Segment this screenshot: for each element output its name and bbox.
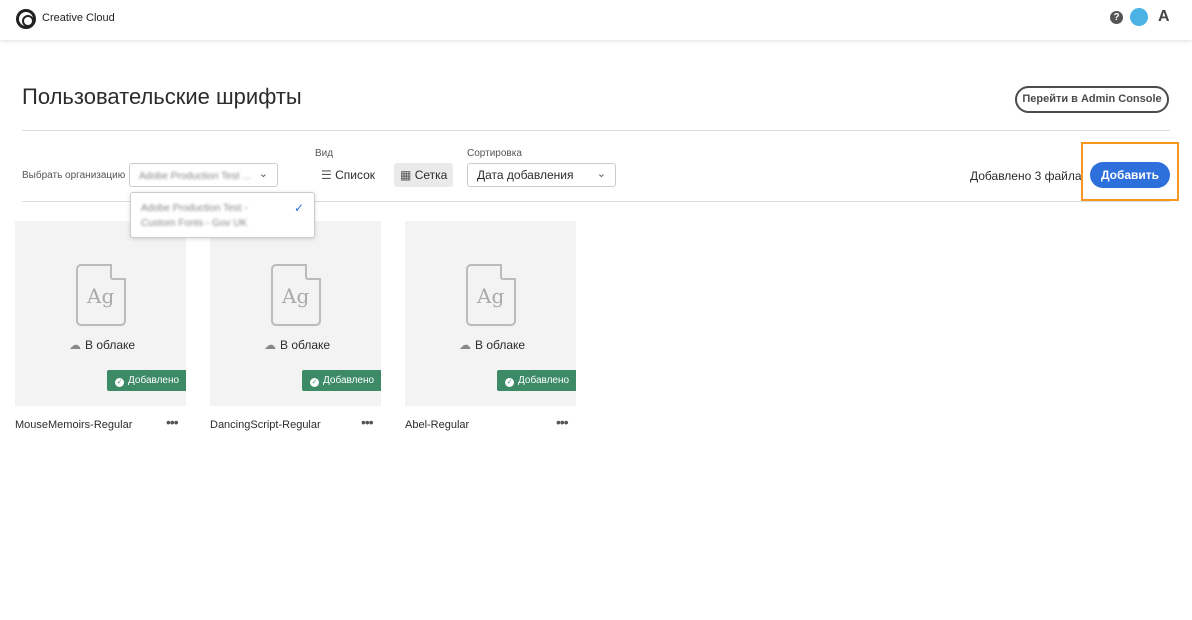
view-grid-label: Сетка [414,168,448,182]
badge-label: Добавлено [323,375,375,386]
cloud-status: ☁ В облаке [459,338,525,352]
list-icon: ☰ [321,168,332,182]
cloud-status-label: В облаке [475,338,526,352]
cloud-icon: ☁ [69,338,81,352]
font-name: MouseMemoirs-Regular [15,419,133,431]
view-list-label: Список [335,168,376,182]
add-button[interactable]: Добавить [1090,162,1170,188]
font-card[interactable]: Ag ☁ В облаке ✓ Добавлено [210,221,381,406]
font-card[interactable]: Ag ☁ В облаке ✓ Добавлено [15,221,186,406]
badge-label: Добавлено [518,375,570,386]
font-file-icon: Ag [76,264,126,326]
check-circle-icon: ✓ [310,378,319,387]
adobe-logo-icon[interactable]: A [1158,8,1170,26]
brand-name: Creative Cloud [42,12,115,24]
font-preview: Ag [477,284,505,308]
creative-cloud-logo-icon [16,9,36,29]
more-options-icon[interactable]: ••• [361,414,374,430]
badge-label: Добавлено [128,375,180,386]
check-circle-icon: ✓ [505,378,514,387]
view-grid-button[interactable]: ▦ Сетка [394,163,454,187]
cloud-icon: ☁ [459,338,471,352]
added-badge: ✓ Добавлено [107,370,186,391]
cloud-status-label: В облаке [85,338,136,352]
font-preview: Ag [87,284,115,308]
added-count: Добавлено 3 файла [970,169,1082,183]
check-circle-icon: ✓ [115,378,124,387]
added-badge: ✓ Добавлено [497,370,576,391]
font-name: Abel-Regular [405,419,470,431]
view-label: Вид [315,148,334,159]
added-badge: ✓ Добавлено [302,370,381,391]
org-value: Adobe Production Test ... [139,171,251,182]
org-menu-item[interactable]: Adobe Production Test - Custom Fonts - G… [141,201,281,231]
grid-icon: ▦ [400,168,412,182]
font-name: DancingScript-Regular [210,419,321,431]
cloud-status: ☁ В облаке [264,338,330,352]
view-list-button[interactable]: ☰ Список [315,163,381,187]
org-label: Выбрать организацию [22,170,126,181]
font-preview: Ag [282,284,310,308]
help-icon[interactable]: ? [1110,11,1123,24]
org-select[interactable]: Adobe Production Test ... ⌄ [129,163,278,187]
org-dropdown-menu: Adobe Production Test - Custom Fonts - G… [130,192,315,238]
cloud-status: ☁ В облаке [69,338,135,352]
cloud-status-label: В облаке [280,338,331,352]
divider [22,130,1170,131]
sort-select[interactable]: Дата добавления ⌄ [467,163,616,187]
more-options-icon[interactable]: ••• [166,414,179,430]
page-title: Пользовательские шрифты [22,84,302,109]
chevron-down-icon: ⌄ [258,168,268,180]
font-file-icon: Ag [271,264,321,326]
chevron-down-icon: ⌄ [596,168,606,180]
more-options-icon[interactable]: ••• [556,414,569,430]
admin-console-button[interactable]: Перейти в Admin Console [1015,86,1169,113]
sort-label: Сортировка [467,148,522,159]
font-card[interactable]: Ag ☁ В облаке ✓ Добавлено [405,221,576,406]
checkmark-icon: ✓ [293,201,304,215]
sort-value: Дата добавления [477,168,574,182]
avatar[interactable] [1130,8,1148,26]
font-file-icon: Ag [466,264,516,326]
cloud-icon: ☁ [264,338,276,352]
top-bar: Creative Cloud ? A [0,0,1192,40]
